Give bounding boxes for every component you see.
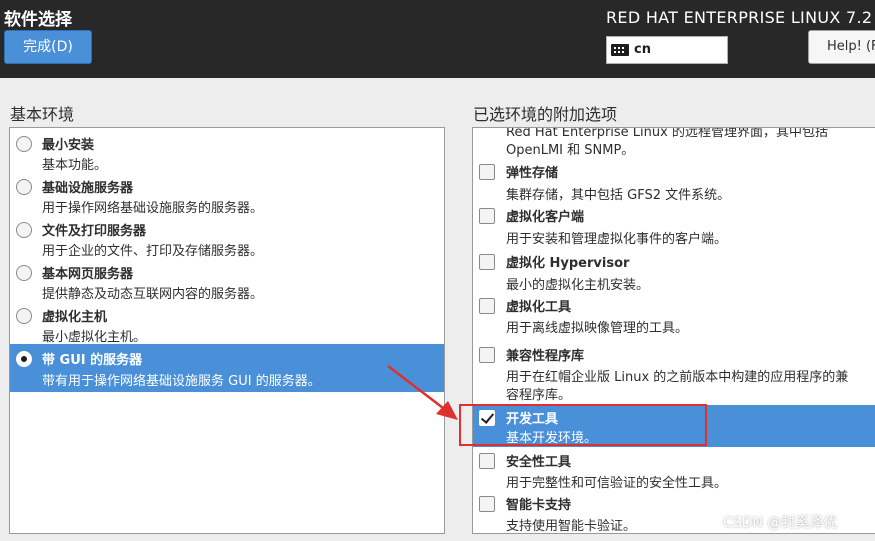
watermark: CSDN @封奚泽优 [723, 515, 838, 531]
annotation-arrow [387, 365, 458, 420]
